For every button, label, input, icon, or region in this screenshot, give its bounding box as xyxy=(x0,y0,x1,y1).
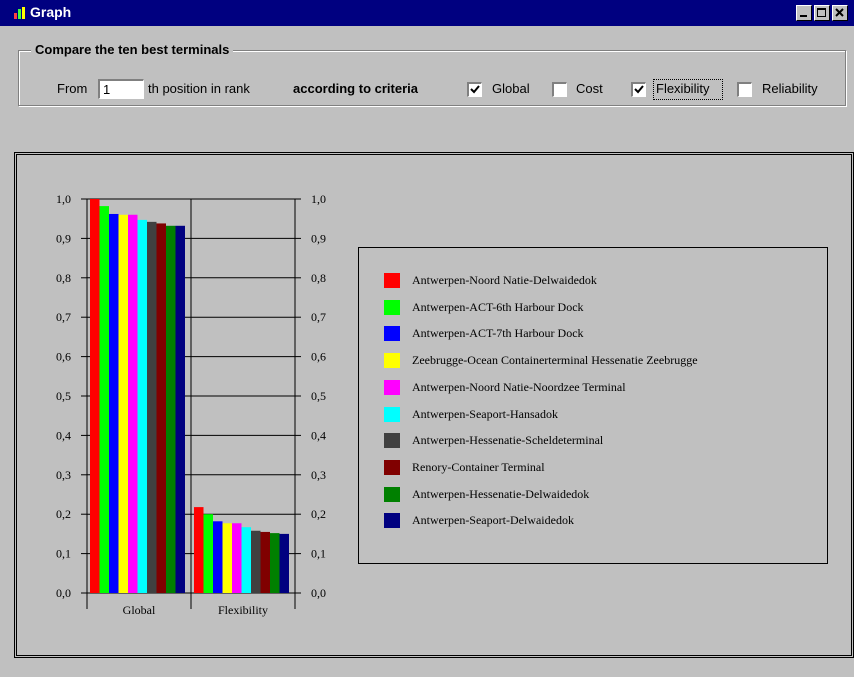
from-label: From xyxy=(57,81,88,96)
legend-swatch xyxy=(384,459,400,475)
legend-swatch xyxy=(384,273,400,288)
minimize-button[interactable] xyxy=(796,5,812,21)
rank-input[interactable] xyxy=(98,79,144,99)
legend-label: Antwerpen-Hessenatie-Delwaidedok xyxy=(412,486,590,501)
legend-label: Antwerpen-Seaport-Hansadok xyxy=(412,406,558,421)
legend-swatch xyxy=(384,486,400,502)
close-icon xyxy=(835,8,844,17)
legend-label: Renory-Container Terminal xyxy=(412,459,545,474)
legend-label: Zeebrugge-Ocean Containerterminal Hessen… xyxy=(412,353,698,368)
legend-swatch xyxy=(384,433,400,449)
cost-checkbox-label[interactable]: Cost xyxy=(576,81,603,96)
flexibility-checkbox[interactable] xyxy=(631,82,646,97)
legend-label: Antwerpen-Seaport-Delwaidedok xyxy=(412,513,574,528)
maximize-icon xyxy=(817,8,826,17)
legend-label: Antwerpen-Hessenatie-Scheldeterminal xyxy=(412,433,604,448)
title-bar: Graph xyxy=(0,0,854,26)
close-button[interactable] xyxy=(832,5,848,21)
check-icon xyxy=(470,85,480,94)
reliability-checkbox[interactable] xyxy=(737,82,752,97)
legend-swatch xyxy=(384,326,400,342)
legend-swatch xyxy=(384,379,400,395)
legend-swatch xyxy=(384,353,400,369)
group-title: Compare the ten best terminals xyxy=(31,42,234,57)
global-checkbox-label[interactable]: Global xyxy=(492,81,530,96)
legend-swatch xyxy=(384,299,400,315)
flexibility-checkbox-label[interactable]: Flexibility xyxy=(656,81,709,96)
legend-swatch xyxy=(384,513,400,529)
reliability-checkbox-label[interactable]: Reliability xyxy=(762,81,818,96)
legend-swatch xyxy=(384,406,400,422)
app-icon xyxy=(14,7,25,19)
maximize-button[interactable] xyxy=(814,5,830,21)
criteria-label: according to criteria xyxy=(293,81,418,96)
cost-checkbox[interactable] xyxy=(552,82,567,97)
minimize-icon xyxy=(800,15,807,17)
position-label: th position in rank xyxy=(148,81,250,96)
legend-label: Antwerpen-ACT-6th Harbour Dock xyxy=(412,299,584,314)
window-title: Graph xyxy=(30,4,72,20)
check-icon xyxy=(634,85,644,94)
legend-label: Antwerpen-ACT-7th Harbour Dock xyxy=(412,326,584,341)
legend-label: Antwerpen-Noord Natie-Delwaidedok xyxy=(412,273,597,287)
legend-label: Antwerpen-Noord Natie-Noordzee Terminal xyxy=(412,379,626,394)
global-checkbox[interactable] xyxy=(467,82,482,97)
